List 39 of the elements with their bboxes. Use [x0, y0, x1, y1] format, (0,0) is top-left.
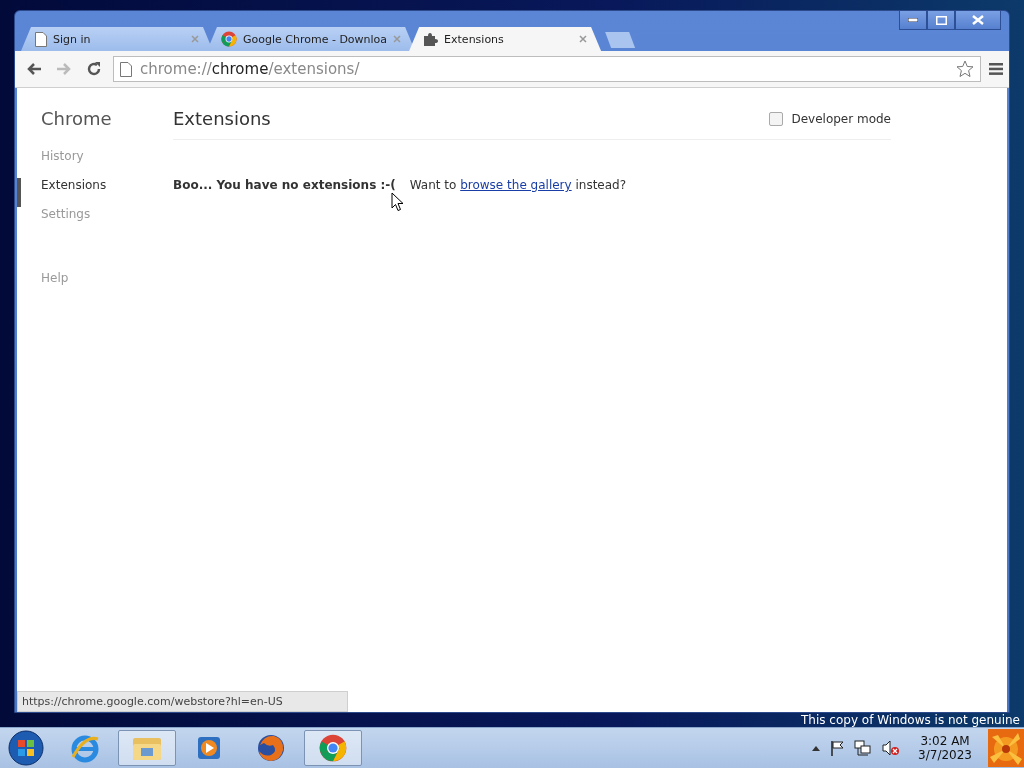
star-icon[interactable] — [956, 60, 974, 78]
start-button[interactable] — [8, 730, 44, 767]
reload-icon[interactable] — [86, 61, 102, 77]
sidebar-item[interactable]: Extensions — [17, 178, 111, 207]
muted-speaker-icon[interactable] — [882, 740, 901, 757]
developer-mode-checkbox[interactable] — [769, 111, 784, 126]
gallery-suggestion: Want to browse the gallery instead? — [409, 178, 627, 192]
mouse-cursor-icon — [391, 192, 404, 212]
chrome-logo-icon — [221, 31, 237, 47]
gallery-link[interactable]: browse the gallery — [460, 178, 572, 192]
minimize-icon — [908, 18, 918, 22]
flag-icon[interactable] — [830, 740, 845, 757]
desktop-notice: This copy of Windows is not genuine — [801, 713, 1020, 728]
menu-icon[interactable] — [989, 63, 1003, 75]
maximize-icon — [935, 15, 947, 25]
puzzle-piece-icon — [423, 31, 439, 47]
sidebar-title: Chrome — [40, 108, 113, 129]
close-icon — [972, 15, 984, 25]
address-bar[interactable]: chrome://chrome/extensions/ — [113, 56, 981, 82]
page-icon — [120, 61, 132, 77]
browser-tab[interactable]: Extensions — [409, 27, 602, 51]
network-icon[interactable] — [854, 740, 873, 757]
maximize-button[interactable] — [927, 11, 955, 30]
minimize-button[interactable] — [899, 11, 927, 30]
fox-globe-icon — [256, 733, 286, 764]
page-title: Extensions — [173, 108, 271, 129]
browser-e-icon — [70, 733, 100, 764]
status-bubble: https://chrome.google.com/webstore?hl=en-US — [17, 691, 348, 713]
caret-up-icon[interactable] — [812, 745, 821, 751]
show-desktop-button[interactable] — [988, 729, 1024, 768]
page-icon — [35, 31, 47, 47]
close-icon[interactable] — [579, 35, 588, 43]
taskbar-app-button[interactable] — [304, 730, 362, 767]
clock[interactable]: 3:02 AM 3/7/2023 — [918, 734, 972, 763]
back-arrow-icon[interactable] — [26, 62, 42, 76]
chrome-logo-icon — [319, 734, 347, 763]
close-button[interactable] — [955, 11, 1001, 30]
empty-message: Boo... You have no extensions :-( — [173, 178, 396, 192]
checkbox-label: Developer mode — [791, 111, 891, 126]
